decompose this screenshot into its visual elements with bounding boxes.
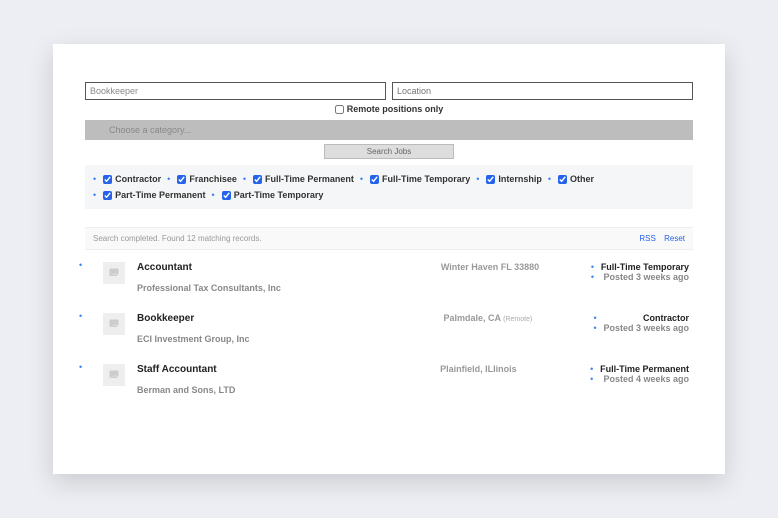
filter-label: Contractor [115, 171, 161, 187]
filter-other[interactable]: Other [548, 171, 594, 187]
job-meta: Full-Time TemporaryPosted 3 weeks ago [591, 262, 689, 293]
job-title: Bookkeeper [137, 313, 443, 324]
job-posted: Posted 4 weeks ago [590, 374, 689, 384]
rss-link[interactable]: RSS [639, 234, 655, 243]
filter-checkbox[interactable] [222, 191, 231, 200]
filter-checkbox[interactable] [103, 191, 112, 200]
search-button-row: Search Jobs [85, 144, 693, 159]
reset-link[interactable]: Reset [664, 234, 685, 243]
filter-full-time-permanent[interactable]: Full-Time Permanent [243, 171, 354, 187]
filter-franchisee[interactable]: Franchisee [167, 171, 237, 187]
job-company: ECI Investment Group, Inc [137, 334, 443, 344]
job-type-filters: Contractor Franchisee Full-Time Permanent F… [85, 165, 693, 209]
result-main: Bookkeeper ECI Investment Group, Inc [137, 313, 443, 344]
job-location: Winter Haven FL 33880 [441, 262, 591, 293]
category-select[interactable]: Choose a category... [85, 120, 693, 140]
job-location: Palmdale, CA (Remote) [443, 313, 593, 344]
job-search-panel: Remote positions only Choose a category.… [53, 44, 725, 474]
location-input[interactable] [392, 82, 693, 100]
result-main: Staff Accountant Berman and Sons, LTD [137, 364, 440, 395]
filter-checkbox[interactable] [370, 175, 379, 184]
job-type: Full-Time Temporary [591, 262, 689, 272]
status-bar: Search completed. Found 12 matching reco… [85, 227, 693, 250]
job-company: Berman and Sons, LTD [137, 385, 440, 395]
filter-label: Part-Time Permanent [115, 187, 205, 203]
filter-checkbox[interactable] [558, 175, 567, 184]
job-meta: Full-Time PermanentPosted 4 weeks ago [590, 364, 689, 395]
company-logo-placeholder [103, 262, 125, 284]
results-list: Accountant Professional Tax Consultants, … [85, 250, 693, 403]
result-row[interactable]: Staff Accountant Berman and Sons, LTDPlai… [85, 352, 693, 403]
filter-part-time-permanent[interactable]: Part-Time Permanent [93, 187, 206, 203]
remote-tag: (Remote) [503, 316, 532, 323]
search-button[interactable]: Search Jobs [324, 144, 454, 159]
filter-internship[interactable]: Internship [476, 171, 542, 187]
filter-checkbox[interactable] [177, 175, 186, 184]
category-placeholder: Choose a category... [109, 125, 191, 135]
job-title: Accountant [137, 262, 441, 273]
company-logo-placeholder [103, 313, 125, 335]
job-type: Contractor [593, 313, 689, 323]
job-posted: Posted 3 weeks ago [593, 323, 689, 333]
filter-contractor[interactable]: Contractor [93, 171, 161, 187]
result-main: Accountant Professional Tax Consultants, … [137, 262, 441, 293]
filter-full-time-temporary[interactable]: Full-Time Temporary [360, 171, 470, 187]
status-links: RSS Reset [633, 234, 685, 243]
filter-label: Part-Time Temporary [234, 187, 324, 203]
remote-checkbox[interactable] [335, 105, 344, 114]
filter-label: Franchisee [189, 171, 237, 187]
job-location: Plainfield, ILlinois [440, 364, 590, 395]
filter-checkbox[interactable] [103, 175, 112, 184]
job-title: Staff Accountant [137, 364, 440, 375]
keyword-input[interactable] [85, 82, 386, 100]
filter-label: Other [570, 171, 594, 187]
filter-label: Internship [498, 171, 542, 187]
result-row[interactable]: Bookkeeper ECI Investment Group, IncPalmd… [85, 301, 693, 352]
job-company: Professional Tax Consultants, Inc [137, 283, 441, 293]
filter-label: Full-Time Temporary [382, 171, 470, 187]
status-text: Search completed. Found 12 matching reco… [93, 234, 262, 243]
filter-part-time-temporary[interactable]: Part-Time Temporary [212, 187, 324, 203]
remote-label: Remote positions only [347, 104, 444, 114]
company-logo-placeholder [103, 364, 125, 386]
job-posted: Posted 3 weeks ago [591, 272, 689, 282]
job-meta: ContractorPosted 3 weeks ago [593, 313, 689, 344]
search-row [85, 82, 693, 100]
remote-toggle-row: Remote positions only [85, 104, 693, 114]
filter-checkbox[interactable] [253, 175, 262, 184]
result-row[interactable]: Accountant Professional Tax Consultants, … [85, 250, 693, 301]
filter-checkbox[interactable] [486, 175, 495, 184]
job-type: Full-Time Permanent [590, 364, 689, 374]
filter-label: Full-Time Permanent [265, 171, 354, 187]
